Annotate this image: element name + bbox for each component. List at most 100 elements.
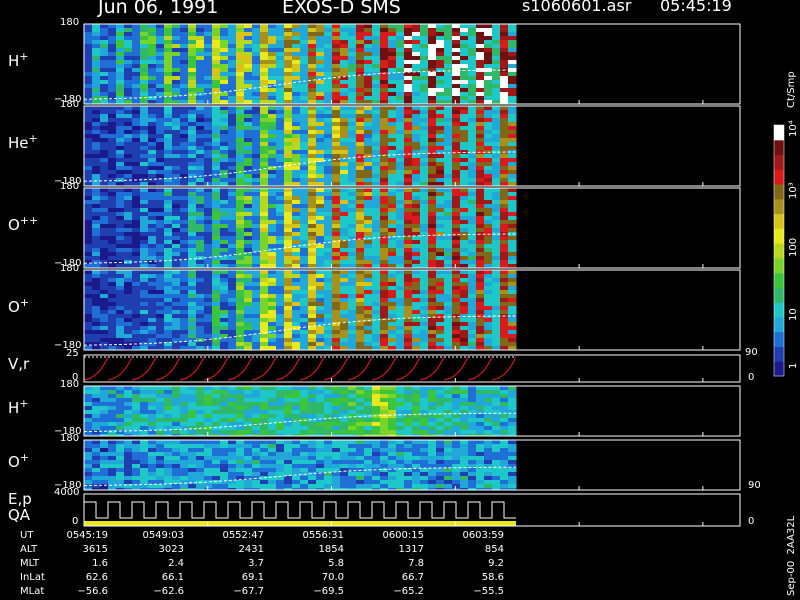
data-cell — [260, 110, 269, 114]
data-cell — [180, 114, 189, 118]
data-cell — [228, 346, 237, 350]
data-cell — [340, 346, 349, 350]
data-cell — [164, 146, 173, 150]
data-cell — [468, 212, 477, 216]
data-cell — [92, 334, 101, 338]
data-cell — [148, 326, 157, 330]
data-cell — [100, 426, 109, 430]
data-cell — [84, 118, 93, 122]
data-cell — [236, 154, 245, 158]
data-cell — [436, 278, 445, 282]
data-cell — [124, 224, 133, 228]
data-cell — [364, 204, 373, 208]
data-cell — [380, 44, 389, 48]
data-cell — [92, 60, 101, 64]
data-cell — [444, 406, 453, 410]
data-cell — [116, 150, 125, 154]
data-cell — [228, 240, 237, 244]
data-cell — [124, 134, 133, 138]
data-cell — [228, 130, 237, 134]
data-cell — [324, 92, 333, 96]
data-cell — [116, 44, 125, 48]
data-cell — [452, 334, 461, 338]
data-cell — [412, 252, 421, 256]
data-cell — [444, 240, 453, 244]
data-cell — [452, 232, 461, 236]
data-cell — [228, 166, 237, 170]
data-cell — [268, 228, 277, 232]
data-cell — [476, 60, 485, 64]
data-cell — [252, 208, 261, 212]
data-cell — [236, 134, 245, 138]
data-cell — [252, 28, 261, 32]
data-cell — [84, 322, 93, 326]
data-cell — [476, 224, 485, 228]
data-cell — [380, 216, 389, 220]
data-cell — [260, 28, 269, 32]
data-cell — [340, 126, 349, 130]
data-cell — [340, 68, 349, 72]
data-cell — [180, 196, 189, 200]
data-cell — [444, 306, 453, 310]
data-cell — [292, 76, 301, 80]
data-cell — [348, 122, 357, 126]
data-cell — [188, 386, 197, 390]
data-cell — [476, 338, 485, 342]
data-cell — [452, 138, 461, 142]
data-cell — [156, 422, 165, 426]
data-cell — [252, 402, 261, 406]
data-cell — [124, 294, 133, 298]
data-cell — [260, 36, 269, 40]
data-cell — [500, 174, 509, 178]
data-cell — [372, 290, 381, 294]
data-cell — [244, 394, 253, 398]
data-cell — [420, 322, 429, 326]
data-cell — [220, 406, 229, 410]
data-cell — [348, 220, 357, 224]
data-cell — [292, 142, 301, 146]
data-cell — [276, 150, 285, 154]
data-cell — [404, 346, 413, 350]
data-cell — [460, 294, 469, 298]
data-cell — [412, 240, 421, 244]
data-cell — [124, 252, 133, 256]
data-cell — [268, 430, 277, 434]
data-cell — [380, 162, 389, 166]
data-cell — [268, 200, 277, 204]
data-cell — [92, 338, 101, 342]
data-cell — [100, 306, 109, 310]
data-cell — [348, 322, 357, 326]
data-cell — [252, 142, 261, 146]
data-cell — [188, 390, 197, 394]
data-cell — [268, 302, 277, 306]
data-cell — [164, 36, 173, 40]
data-cell — [308, 64, 317, 68]
data-cell — [220, 142, 229, 146]
data-cell — [412, 212, 421, 216]
data-cell — [308, 264, 317, 268]
data-cell — [356, 426, 365, 430]
data-cell — [284, 84, 293, 88]
data-cell — [212, 346, 221, 350]
data-cell — [412, 402, 421, 406]
data-cell — [452, 306, 461, 310]
data-cell — [356, 84, 365, 88]
data-cell — [172, 208, 181, 212]
data-cell — [164, 138, 173, 142]
data-cell — [140, 274, 149, 278]
data-cell — [468, 64, 477, 68]
data-cell — [428, 260, 437, 264]
data-cell — [84, 426, 93, 430]
data-cell — [412, 142, 421, 146]
data-cell — [124, 138, 133, 142]
data-cell — [316, 410, 325, 414]
data-cell — [220, 96, 229, 100]
data-cell — [156, 44, 165, 48]
data-cell — [284, 342, 293, 346]
data-cell — [444, 244, 453, 248]
data-cell — [116, 142, 125, 146]
data-cell — [460, 274, 469, 278]
data-cell — [436, 342, 445, 346]
data-cell — [324, 302, 333, 306]
data-cell — [100, 278, 109, 282]
